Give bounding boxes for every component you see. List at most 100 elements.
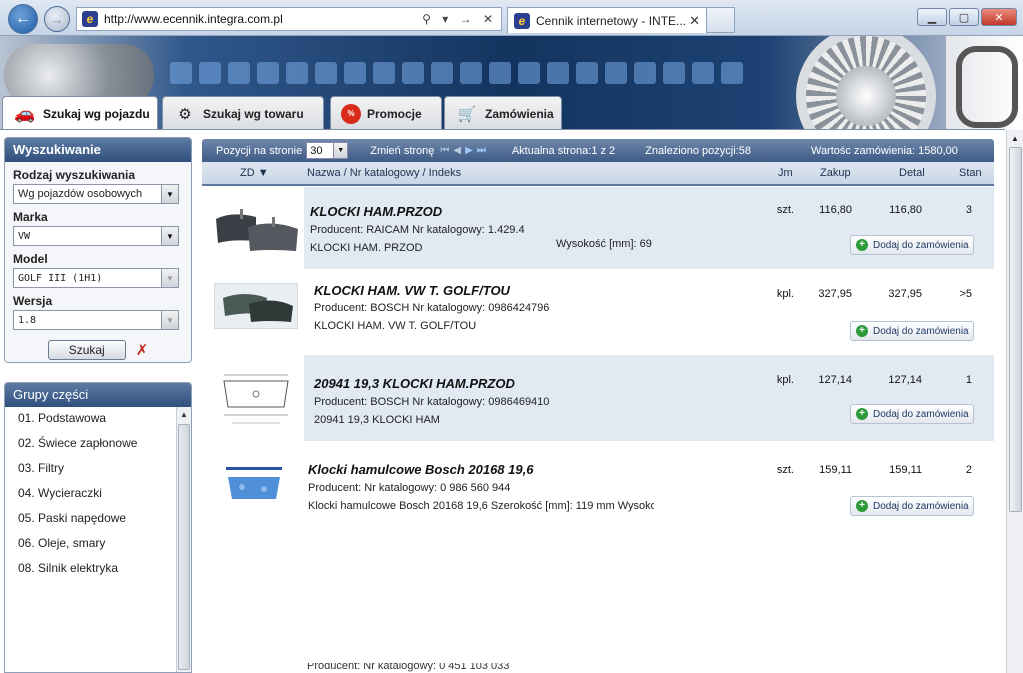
- make-select[interactable]: VW ▼: [13, 226, 179, 246]
- add-to-order-label: Dodaj do zamówienia: [873, 239, 969, 251]
- model-value: GOLF III (1H1): [18, 272, 103, 284]
- arrow-right-icon: →: [50, 11, 64, 27]
- col-detal[interactable]: Detal: [899, 167, 925, 179]
- part-groups-panel: Grupy części 01. Podstawowa 02. Świece z…: [4, 382, 192, 673]
- tab-promotions[interactable]: % Promocje: [330, 96, 442, 130]
- product-producer: Producent: RAICAM Nr katalogowy: 1.429.4: [310, 224, 525, 236]
- results-toolbar: Pozycji na stronie 30 ▼ Zmień stronę ⏮◀▶…: [202, 139, 994, 162]
- partial-row-text: Producent: Nr katalogowy: 0 451 103 033: [307, 663, 510, 672]
- group-item[interactable]: 05. Paski napędowe: [5, 507, 175, 532]
- tab-search-product[interactable]: ⚙ Szukaj wg towaru: [162, 96, 324, 130]
- col-zakup[interactable]: Zakup: [820, 167, 851, 179]
- scroll-up-icon[interactable]: ▲: [1007, 130, 1023, 146]
- last-page-icon[interactable]: ⏭: [477, 145, 490, 156]
- close-window-button[interactable]: ✕: [981, 8, 1017, 26]
- group-item[interactable]: 02. Świece zapłonowe: [5, 432, 175, 457]
- product-stan: >5: [959, 288, 972, 300]
- maximize-button[interactable]: ▢: [949, 8, 979, 26]
- product-name[interactable]: Klocki hamulcowe Bosch 20168 19,6: [308, 462, 533, 477]
- groups-scrollbar[interactable]: ▲: [176, 407, 191, 672]
- groups-panel-title: Grupy części: [5, 383, 191, 407]
- product-producer: Producent: Nr katalogowy: 0 986 560 944: [308, 482, 511, 494]
- new-tab-button[interactable]: [707, 7, 735, 33]
- tab-close-icon[interactable]: ✕: [689, 13, 700, 29]
- product-thumbnail[interactable]: [224, 465, 284, 503]
- product-name[interactable]: KLOCKI HAM.PRZOD: [310, 204, 442, 219]
- per-page-select[interactable]: 30 ▼: [306, 142, 349, 159]
- brake-pad-image: [216, 209, 298, 251]
- product-thumbnail[interactable]: [212, 199, 300, 257]
- per-page-label: Pozycji na stronie: [216, 144, 303, 157]
- pager-controls[interactable]: ⏮◀▶⏭: [440, 145, 489, 156]
- group-item[interactable]: 03. Filtry: [5, 457, 175, 482]
- add-to-order-button[interactable]: + Dodaj do zamówienia: [850, 235, 974, 255]
- address-url[interactable]: http://www.ecennik.integra.com.pl: [104, 12, 422, 26]
- next-page-icon[interactable]: ▶: [465, 145, 477, 156]
- version-select[interactable]: 1.8 ▼: [13, 310, 179, 330]
- technical-drawing-image: [218, 367, 294, 429]
- product-name[interactable]: KLOCKI HAM. VW T. GOLF/TOU: [314, 283, 510, 298]
- product-thumbnail[interactable]: [214, 283, 298, 329]
- tab-label: Zamówienia: [485, 106, 554, 121]
- chevron-down-icon[interactable]: ▼: [161, 227, 178, 245]
- group-item[interactable]: 08. Silnik elektryka: [5, 557, 175, 582]
- search-button[interactable]: Szukaj: [47, 340, 126, 360]
- tab-orders[interactable]: 🛒 Zamówienia: [444, 96, 562, 130]
- make-value: VW: [18, 230, 31, 242]
- product-thumbnail[interactable]: [218, 367, 294, 429]
- forward-button[interactable]: →: [44, 6, 70, 32]
- address-bar[interactable]: e http://www.ecennik.integra.com.pl ⚲ ▾ …: [76, 7, 502, 31]
- search-type-select[interactable]: Wg pojazdów osobowych ▼: [13, 184, 179, 204]
- order-value-text: Wartośc zamówienia: 1580,00: [810, 144, 958, 157]
- product-detal: 159,11: [889, 464, 922, 476]
- product-description: KLOCKI HAM. VW T. GOLF/TOU: [314, 320, 477, 332]
- first-page-icon[interactable]: ⏮: [440, 145, 453, 156]
- table-row: Klocki hamulcowe Bosch 20168 19,6 Produc…: [202, 441, 994, 531]
- product-jm: kpl.: [776, 374, 794, 386]
- search-panel-title: Wyszukiwanie: [5, 138, 191, 162]
- address-tools-icons[interactable]: ⚲ ▾ → ✕: [422, 12, 501, 26]
- groups-scroll-thumb[interactable]: [178, 424, 190, 670]
- chevron-down-icon[interactable]: ▼: [161, 185, 178, 203]
- browser-chrome: ← → e http://www.ecennik.integra.com.pl …: [0, 0, 1023, 36]
- product-zakup: 159,11: [819, 464, 852, 476]
- site-favicon-icon: e: [82, 11, 98, 27]
- minimize-button[interactable]: ▁: [917, 8, 947, 26]
- chevron-down-icon[interactable]: ▼: [333, 143, 348, 158]
- version-label: Wersja: [13, 294, 53, 308]
- search-actions: Szukaj ✗: [5, 340, 191, 360]
- col-stan[interactable]: Stan: [959, 167, 982, 179]
- col-jm[interactable]: Jm: [778, 167, 793, 179]
- group-item[interactable]: 06. Oleje, smary: [5, 532, 175, 557]
- browser-tab[interactable]: e Cennik internetowy - INTE... ✕: [507, 7, 707, 33]
- chevron-down-icon[interactable]: ▼: [161, 269, 178, 287]
- product-name[interactable]: 20941 19,3 KLOCKI HAM.PRZOD: [314, 376, 515, 391]
- prev-page-icon[interactable]: ◀: [453, 145, 465, 156]
- col-zd[interactable]: ZD ▼: [240, 167, 269, 179]
- promo-badge-icon: %: [341, 103, 361, 124]
- add-to-order-button[interactable]: + Dodaj do zamówienia: [850, 404, 974, 424]
- search-type-value: Wg pojazdów osobowych: [18, 188, 143, 200]
- col-name[interactable]: Nazwa / Nr katalogowy / Indeks: [307, 167, 461, 179]
- group-item[interactable]: 01. Podstawowa: [5, 407, 175, 432]
- add-to-order-label: Dodaj do zamówienia: [873, 500, 969, 512]
- arrow-left-icon: ←: [15, 10, 31, 27]
- model-select[interactable]: GOLF III (1H1) ▼: [13, 268, 179, 288]
- chevron-down-icon[interactable]: ▼: [161, 311, 178, 329]
- plus-icon: +: [856, 408, 868, 420]
- parts-icon: ⚙: [178, 105, 192, 123]
- page-scroll-thumb[interactable]: [1009, 147, 1022, 512]
- product-detal: 327,95: [888, 288, 922, 300]
- add-to-order-button[interactable]: + Dodaj do zamówienia: [850, 496, 974, 516]
- add-to-order-button[interactable]: + Dodaj do zamówienia: [850, 321, 974, 341]
- product-stan: 1: [965, 374, 972, 386]
- product-jm: szt.: [776, 464, 794, 476]
- page-scrollbar[interactable]: ▲: [1006, 130, 1023, 673]
- tab-label: Szukaj wg towaru: [203, 106, 304, 121]
- tab-search-vehicle[interactable]: 🚗 Szukaj wg pojazdu: [2, 96, 158, 130]
- group-item[interactable]: 04. Wycieraczki: [5, 482, 175, 507]
- table-row: 20941 19,3 KLOCKI HAM.PRZOD Producent: B…: [202, 355, 994, 441]
- back-button[interactable]: ←: [8, 4, 38, 34]
- clear-tools-icon[interactable]: ✗: [136, 341, 149, 359]
- scroll-up-icon[interactable]: ▲: [177, 407, 191, 422]
